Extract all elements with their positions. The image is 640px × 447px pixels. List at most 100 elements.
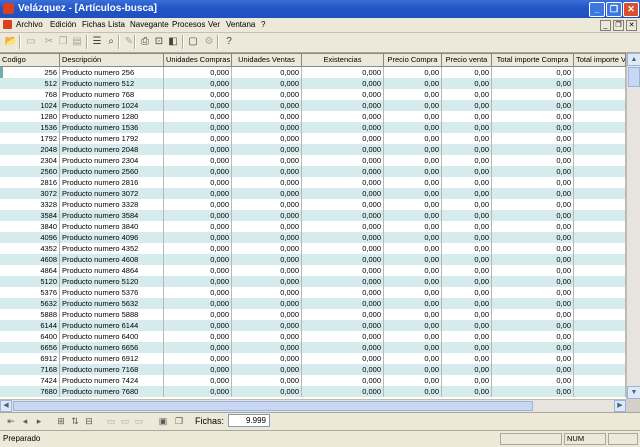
table-row[interactable]: 7168 Producto numero 7168 0,000 0,000 0,000 0… [0,364,626,375]
cell-precio-venta[interactable]: 0,00 [442,265,492,276]
table-row[interactable]: 1536 Producto numero 1536 0,000 0,000 0,000 0… [0,122,626,133]
cell-precio-compra[interactable]: 0,00 [384,133,442,144]
scroll-right-icon[interactable]: ▶ [614,400,626,412]
menu-help[interactable]: ? [261,20,265,29]
cell-precio-compra[interactable]: 0,00 [384,221,442,232]
column-header-existencias[interactable]: Existencias [302,54,384,66]
cell-unidades-compras[interactable]: 0,000 [164,177,232,188]
cell-existencias[interactable]: 0,000 [302,155,384,166]
cell-unidades-compras[interactable]: 0,000 [164,144,232,155]
cell-codigo[interactable]: 3072 [0,188,60,199]
new-record-icon[interactable]: ▭ [24,35,38,49]
cell-total-importe-venta[interactable] [574,331,626,342]
menu-lista[interactable]: Lista [108,20,125,29]
cell-total-importe-venta[interactable] [574,199,626,210]
cell-precio-compra[interactable]: 0,00 [384,243,442,254]
cell-descripcion[interactable]: Producto numero 4864 [60,265,164,276]
cell-codigo[interactable]: 5120 [0,276,60,287]
app-logo-icon[interactable] [3,3,14,14]
cell-precio-venta[interactable]: 0,00 [442,353,492,364]
cell-unidades-ventas[interactable]: 0,000 [232,78,302,89]
menu-navegante[interactable]: Navegante [130,20,169,29]
cell-total-importe-venta[interactable] [574,287,626,298]
cell-unidades-ventas[interactable]: 0,000 [232,188,302,199]
table-row[interactable]: 3328 Producto numero 3328 0,000 0,000 0,000 0… [0,199,626,210]
cell-total-importe-compra[interactable]: 0,00 [492,177,574,188]
cell-codigo[interactable]: 7424 [0,375,60,386]
cell-total-importe-venta[interactable] [574,155,626,166]
cell-unidades-ventas[interactable]: 0,000 [232,254,302,265]
cell-codigo[interactable]: 4096 [0,232,60,243]
cell-total-importe-compra[interactable]: 0,00 [492,78,574,89]
cell-unidades-compras[interactable]: 0,000 [164,122,232,133]
cell-codigo[interactable]: 1792 [0,133,60,144]
cell-codigo[interactable]: 4608 [0,254,60,265]
menu-fichas[interactable]: Fichas [82,20,106,29]
cell-precio-compra[interactable]: 0,00 [384,364,442,375]
cell-codigo[interactable]: 2304 [0,155,60,166]
cell-unidades-ventas[interactable]: 0,000 [232,309,302,320]
cell-codigo[interactable]: 2816 [0,177,60,188]
cell-precio-compra[interactable]: 0,00 [384,232,442,243]
cell-descripcion[interactable]: Producto numero 7168 [60,364,164,375]
column-header-unidades-ventas[interactable]: Unidades Ventas [232,54,302,66]
cell-existencias[interactable]: 0,000 [302,309,384,320]
table-row[interactable]: 256 Producto numero 256 0,000 0,000 0,000 0,0… [0,67,626,78]
cell-existencias[interactable]: 0,000 [302,188,384,199]
horizontal-scroll-thumb[interactable] [13,401,533,411]
cell-unidades-ventas[interactable]: 0,000 [232,232,302,243]
cell-unidades-compras[interactable]: 0,000 [164,298,232,309]
cell-precio-compra[interactable]: 0,00 [384,155,442,166]
cell-precio-venta[interactable]: 0,00 [442,298,492,309]
horizontal-scrollbar[interactable]: ◀ ▶ [0,399,626,412]
cell-descripcion[interactable]: Producto numero 5376 [60,287,164,298]
cell-existencias[interactable]: 0,000 [302,287,384,298]
cell-descripcion[interactable]: Producto numero 1792 [60,133,164,144]
table-row[interactable]: 1280 Producto numero 1280 0,000 0,000 0,000 0… [0,111,626,122]
cell-existencias[interactable]: 0,000 [302,254,384,265]
cell-codigo[interactable]: 256 [0,67,60,78]
cell-precio-venta[interactable]: 0,00 [442,199,492,210]
column-header-descripcion[interactable]: Descripción [60,54,164,66]
cell-precio-venta[interactable]: 0,00 [442,232,492,243]
cell-unidades-compras[interactable]: 0,000 [164,320,232,331]
cell-codigo[interactable]: 6400 [0,331,60,342]
cell-total-importe-compra[interactable]: 0,00 [492,342,574,353]
document-icon[interactable] [3,20,12,29]
cell-unidades-ventas[interactable]: 0,000 [232,298,302,309]
cell-precio-compra[interactable]: 0,00 [384,287,442,298]
cell-precio-compra[interactable]: 0,00 [384,78,442,89]
column-header-codigo[interactable]: Codigo [0,54,60,66]
list-icon[interactable]: ☰ [90,35,104,49]
table-row[interactable]: 4864 Producto numero 4864 0,000 0,000 0,000 0… [0,265,626,276]
cell-precio-venta[interactable]: 0,00 [442,100,492,111]
previous-page-icon[interactable]: ◂ [18,415,32,428]
cell-descripcion[interactable]: Producto numero 2048 [60,144,164,155]
cell-total-importe-compra[interactable]: 0,00 [492,309,574,320]
cell-total-importe-compra[interactable]: 0,00 [492,89,574,100]
first-record-icon[interactable]: ⇤ [4,415,18,428]
cell-precio-venta[interactable]: 0,00 [442,144,492,155]
cell-unidades-ventas[interactable]: 0,000 [232,67,302,78]
cell-codigo[interactable]: 3840 [0,221,60,232]
maximize-button[interactable]: ❐ [606,2,622,17]
table-row[interactable]: 5120 Producto numero 5120 0,000 0,000 0,000 0… [0,276,626,287]
vertical-scroll-thumb[interactable] [628,67,640,87]
open-folder-icon[interactable]: 📂 [4,35,18,49]
cell-precio-compra[interactable]: 0,00 [384,89,442,100]
cell-codigo[interactable]: 4352 [0,243,60,254]
cell-unidades-ventas[interactable]: 0,000 [232,155,302,166]
table-row[interactable]: 5376 Producto numero 5376 0,000 0,000 0,000 0… [0,287,626,298]
column-header-total-importe-venta[interactable]: Total importe V [574,54,626,66]
table-row[interactable]: 6144 Producto numero 6144 0,000 0,000 0,000 0… [0,320,626,331]
cell-total-importe-compra[interactable]: 0,00 [492,111,574,122]
cell-existencias[interactable]: 0,000 [302,265,384,276]
cell-total-importe-venta[interactable] [574,78,626,89]
cell-descripcion[interactable]: Producto numero 4096 [60,232,164,243]
cell-existencias[interactable]: 0,000 [302,78,384,89]
cell-existencias[interactable]: 0,000 [302,166,384,177]
cell-unidades-ventas[interactable]: 0,000 [232,199,302,210]
cell-unidades-ventas[interactable]: 0,000 [232,331,302,342]
cell-unidades-compras[interactable]: 0,000 [164,309,232,320]
cell-unidades-compras[interactable]: 0,000 [164,155,232,166]
